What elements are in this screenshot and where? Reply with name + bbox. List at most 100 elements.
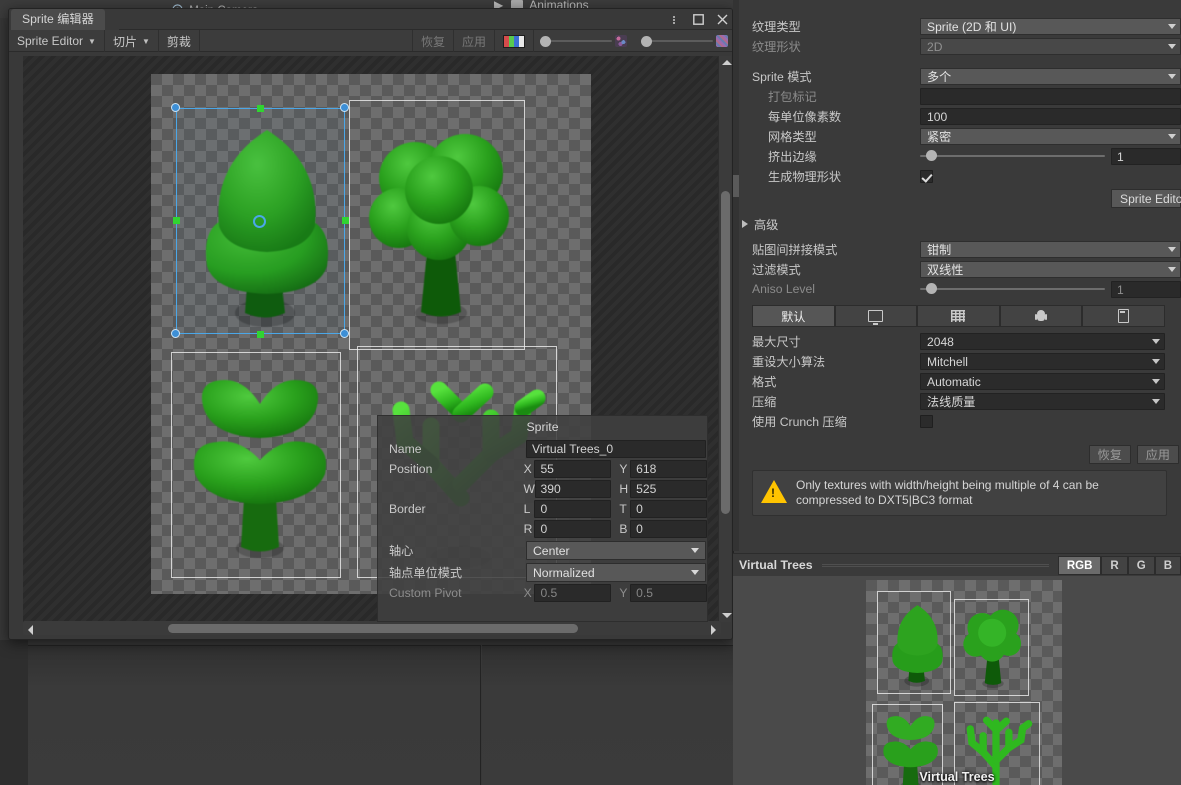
slider-knob[interactable] — [926, 283, 937, 294]
format-row: 格式 Automatic — [734, 371, 1181, 391]
texture-type-dropdown[interactable]: Sprite (2D 和 UI) — [920, 17, 1181, 35]
inspector-revert-button[interactable]: 恢复 — [1088, 445, 1131, 464]
sprite-width-input[interactable]: 390 — [534, 480, 612, 498]
sprite-custom-pivot-y-input[interactable]: 0.5 — [630, 584, 707, 602]
trim-button[interactable]: 剪裁 — [159, 30, 200, 52]
sprite-pos-x-input[interactable]: 55 — [534, 460, 612, 478]
inspector-scroll-thumb[interactable] — [733, 175, 739, 197]
sprite-border-left-input[interactable]: 0 — [534, 500, 612, 518]
custom-pivot-y-axis-label: Y — [619, 586, 628, 600]
tab-sprite-editor[interactable]: Sprite 编辑器 — [11, 9, 105, 30]
canvas-vertical-scrollbar[interactable] — [718, 56, 732, 622]
channel-button-r[interactable]: R — [1101, 555, 1128, 575]
sprite-border-top-input[interactable]: 0 — [630, 500, 707, 518]
pixel-grid-icon — [951, 310, 966, 322]
open-sprite-editor-button[interactable]: Sprite Edito — [1111, 189, 1181, 208]
scroll-arrow-left-icon[interactable] — [28, 625, 33, 635]
channel-button-b[interactable]: B — [1154, 555, 1181, 575]
tab-webgl[interactable] — [1082, 305, 1165, 326]
sprite-pos-y-input[interactable]: 618 — [630, 460, 707, 478]
selection-handle-bottom-left[interactable] — [171, 329, 180, 338]
max-size-dropdown[interactable]: 2048 — [920, 332, 1165, 350]
apply-button[interactable]: 应用 — [454, 30, 495, 52]
pos-h-axis-label: H — [619, 482, 629, 496]
sprite-border-right-input[interactable]: 0 — [534, 520, 612, 538]
sprite-editor-mode-dropdown[interactable]: Sprite Editor ▼ — [9, 30, 105, 52]
selection-handle-top[interactable] — [257, 105, 264, 112]
sprite-height-input[interactable]: 525 — [630, 480, 707, 498]
mesh-type-dropdown[interactable]: 紧密 — [920, 127, 1181, 145]
inspector-vertical-scrollbar[interactable] — [733, 0, 739, 551]
aniso-level-slider[interactable] — [920, 283, 1105, 294]
alpha-slider[interactable] — [540, 30, 612, 52]
sprite-position-row-wh: W 390 H 525 — [378, 479, 707, 499]
packing-tag-row: 打包标记 — [734, 86, 1181, 106]
selection-handle-top-left[interactable] — [171, 103, 180, 112]
chevron-down-icon — [1168, 43, 1176, 49]
format-dropdown[interactable]: Automatic — [920, 372, 1165, 390]
sprite-border-bottom-input[interactable]: 0 — [630, 520, 707, 538]
selection-handle-right[interactable] — [342, 217, 349, 224]
kebab-menu-icon[interactable] — [666, 12, 682, 27]
selection-handle-top-right[interactable] — [340, 103, 349, 112]
generate-physics-checkbox[interactable] — [920, 169, 933, 183]
sprite-custom-pivot-x-input[interactable]: 0.5 — [534, 584, 612, 602]
filter-mode-dropdown[interactable]: 双线性 — [920, 260, 1181, 278]
sprite-pivot-unit-dropdown[interactable]: Normalized — [526, 562, 706, 582]
texture-shape-dropdown[interactable]: 2D — [920, 37, 1181, 55]
maximize-icon[interactable] — [690, 12, 706, 27]
slider-knob[interactable] — [641, 35, 652, 47]
channel-button-rgb[interactable]: RGB — [1057, 555, 1102, 575]
mip-slider[interactable] — [641, 30, 713, 52]
scroll-arrow-right-icon[interactable] — [711, 625, 716, 635]
channel-button-g[interactable]: G — [1127, 555, 1155, 575]
packing-tag-input[interactable] — [920, 87, 1181, 105]
preview-body[interactable]: Virtual Trees — [733, 576, 1181, 785]
platform-tab-bar: 默认 — [752, 305, 1165, 327]
resize-algorithm-dropdown[interactable]: Mitchell — [920, 352, 1165, 370]
tab-android[interactable] — [999, 305, 1083, 326]
scroll-arrow-down-icon[interactable] — [722, 613, 732, 618]
tab-default[interactable]: 默认 — [752, 305, 835, 326]
crunch-compression-checkbox[interactable] — [920, 414, 933, 428]
advanced-foldout-row[interactable]: 高级 — [734, 214, 1181, 234]
aniso-level-value[interactable]: 1 — [1111, 280, 1181, 298]
horizontal-scroll-thumb[interactable] — [168, 624, 578, 633]
scroll-arrow-up-icon[interactable] — [722, 60, 732, 65]
wrap-mode-dropdown[interactable]: 钳制 — [920, 240, 1181, 258]
inspector-apply-button[interactable]: 应用 — [1136, 445, 1179, 464]
extrude-edges-value[interactable]: 1 — [1111, 147, 1181, 165]
rgb-channel-swatch-button[interactable] — [495, 30, 534, 52]
sprite-mode-dropdown[interactable]: 多个 — [920, 67, 1181, 85]
compression-dropdown[interactable]: 法线质量 — [920, 392, 1165, 410]
border-b-axis-label: B — [619, 522, 628, 536]
html5-icon — [1118, 309, 1130, 323]
triangle-right-icon[interactable] — [742, 220, 748, 228]
selection-handle-bottom[interactable] — [257, 331, 264, 338]
tab-ios[interactable] — [917, 305, 1000, 326]
preview-divider — [821, 563, 1049, 567]
background-panel-right — [482, 645, 733, 785]
aniso-level-control: 1 — [920, 280, 1181, 298]
canvas-horizontal-scrollbar[interactable] — [23, 621, 721, 635]
tab-standalone[interactable] — [834, 305, 918, 326]
selection-handle-bottom-right[interactable] — [340, 329, 349, 338]
sprite-name-input[interactable]: Virtual Trees_0 — [526, 440, 706, 458]
vertical-scroll-thumb[interactable] — [721, 191, 730, 514]
sprite-pivot-dropdown[interactable]: Center — [526, 540, 706, 560]
resize-algorithm-label: 重设大小算法 — [752, 355, 826, 369]
border-r-axis-label: R — [523, 522, 533, 536]
slider-knob[interactable] — [926, 150, 937, 161]
slice-dropdown[interactable]: 切片 ▼ — [105, 30, 159, 52]
chevron-down-icon — [691, 547, 699, 553]
pixels-per-unit-input[interactable]: 100 — [920, 107, 1181, 125]
selection-handle-left[interactable] — [173, 217, 180, 224]
sprite-editor-button-row: Sprite Edito — [734, 186, 1181, 214]
extrude-edges-slider[interactable] — [920, 150, 1105, 161]
slider-knob[interactable] — [540, 35, 551, 47]
max-size-control: 2048 — [920, 332, 1165, 350]
revert-button[interactable]: 恢复 — [413, 30, 454, 52]
crunch-compression-control — [920, 414, 1181, 428]
close-icon[interactable] — [714, 12, 730, 27]
sprite-pivot-handle[interactable] — [253, 215, 266, 228]
